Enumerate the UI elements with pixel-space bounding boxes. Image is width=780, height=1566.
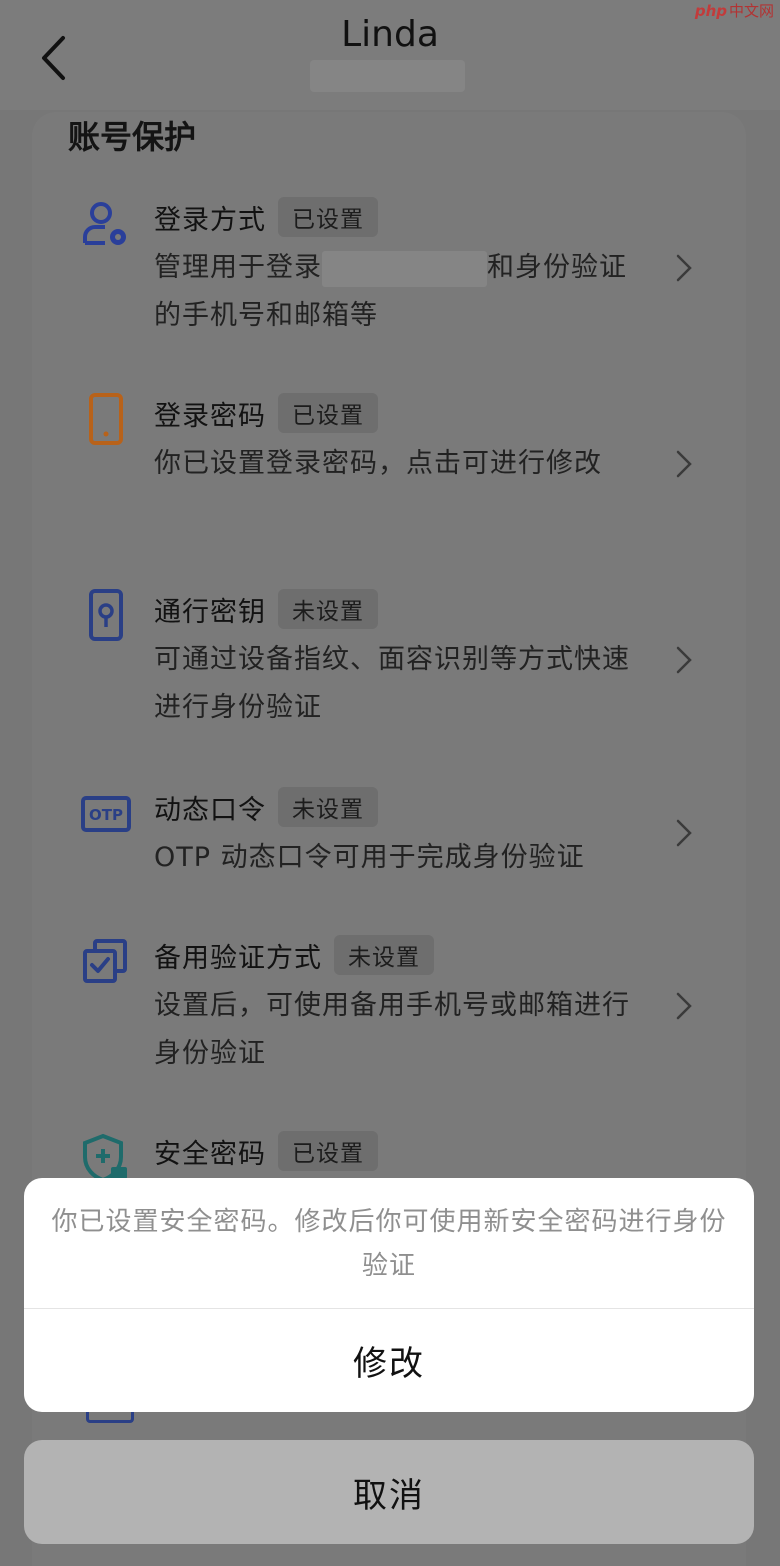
status-badge: 已设置 — [278, 1131, 378, 1171]
watermark: php 中文网 — [695, 0, 774, 21]
action-sheet: 你已设置安全密码。修改后你可使用新安全密码进行身份验证 修改 — [24, 1178, 754, 1412]
svg-text:OTP: OTP — [89, 806, 123, 824]
chevron-right-icon — [676, 992, 692, 1020]
row-backup-verification[interactable]: 备用验证方式 未设置 设置后，可使用备用手机号或邮箱进行身份验证 — [78, 934, 718, 1084]
row-description: 设置后，可使用备用手机号或邮箱进行身份验证 — [154, 990, 630, 1069]
watermark-logo: php — [694, 1, 727, 20]
top-bar: Linda php 中文网 — [0, 0, 780, 110]
row-description: 你已设置登录密码，点击可进行修改 — [154, 448, 602, 479]
row-passkey[interactable]: 通行密钥 未设置 可通过设备指纹、面容识别等方式快速进行身份验证 — [78, 588, 718, 738]
row-title: 登录密码 — [154, 400, 266, 432]
status-badge: 未设置 — [334, 935, 434, 975]
chevron-right-icon — [676, 450, 692, 478]
row-description: 可通过设备指纹、面容识别等方式快速进行身份验证 — [154, 644, 630, 723]
watermark-text: 中文网 — [728, 2, 774, 20]
modify-button[interactable]: 修改 — [24, 1309, 754, 1412]
row-otp[interactable]: OTP 动态口令 未设置 OTP 动态口令可用于完成身份验证 — [78, 786, 718, 886]
row-title: 通行密钥 — [154, 596, 266, 628]
otp-icon: OTP — [78, 786, 134, 842]
chevron-right-icon — [676, 254, 692, 282]
row-title: 备用验证方式 — [154, 942, 322, 974]
row-title: 登录方式 — [154, 204, 266, 236]
row-title: 安全密码 — [154, 1138, 266, 1170]
row-icon-partial — [86, 1412, 134, 1423]
redacted-subtitle — [310, 60, 465, 92]
status-badge: 已设置 — [278, 197, 378, 237]
user-gear-icon — [78, 196, 134, 252]
status-badge: 未设置 — [278, 787, 378, 827]
cancel-button[interactable]: 取消 — [24, 1440, 754, 1544]
phone-icon — [78, 392, 134, 448]
row-description: OTP 动态口令可用于完成身份验证 — [154, 842, 585, 873]
page-title: Linda — [341, 14, 439, 55]
row-security-password[interactable]: 安全密码 已设置 — [78, 1130, 718, 1183]
status-badge: 未设置 — [278, 589, 378, 629]
backup-check-icon — [78, 934, 134, 990]
passkey-icon — [78, 588, 134, 644]
chevron-right-icon — [676, 819, 692, 847]
row-description: 管理用于登录 和身份验证的手机号和邮箱等 — [154, 244, 634, 340]
status-badge: 已设置 — [278, 393, 378, 433]
section-title: 账号保护 — [68, 118, 197, 156]
row-login-password[interactable]: 登录密码 已设置 你已设置登录密码，点击可进行修改 — [78, 392, 718, 542]
row-title: 动态口令 — [154, 794, 266, 826]
row-login-method[interactable]: 登录方式 已设置 管理用于登录 和身份验证的手机号和邮箱等 — [78, 196, 718, 346]
chevron-right-icon — [676, 646, 692, 674]
redacted-text — [322, 250, 487, 287]
sheet-message: 你已设置安全密码。修改后你可使用新安全密码进行身份验证 — [51, 1207, 727, 1281]
row-desc-part: 管理用于登录 — [154, 252, 322, 283]
